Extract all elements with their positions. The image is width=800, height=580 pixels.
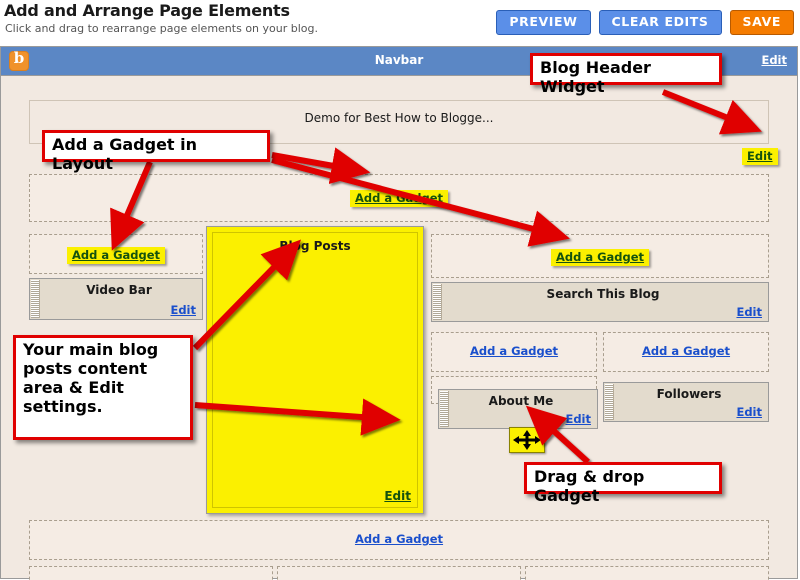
annotation-drag-drop-gadget: Drag & drop Gadget xyxy=(524,462,722,505)
about-me-title: About Me xyxy=(488,394,554,408)
sidebar-top-add-wrap: Add a Gadget xyxy=(432,246,768,266)
followers-edit-link[interactable]: Edit xyxy=(736,405,762,419)
toolbar-buttons: PREVIEW CLEAR EDITS SAVE xyxy=(496,10,794,36)
annotation-add-gadget-layout-text: Add a Gadget in Layout xyxy=(52,135,198,173)
page-title: Add and Arrange Page Elements xyxy=(4,1,290,20)
blog-posts-inner-border xyxy=(212,232,418,508)
footer-col3-placeholder[interactable]: Add a Gadget xyxy=(525,566,769,580)
blog-header-edit-link[interactable]: Edit xyxy=(742,148,778,165)
page-subtitle: Click and drag to rearrange page element… xyxy=(5,22,318,35)
blog-posts-title: Blog Posts xyxy=(279,239,351,253)
annotation-blog-header-widget-text: Blog Header Widget xyxy=(540,58,651,96)
followers-widget[interactable]: Followers Edit xyxy=(603,382,769,422)
search-this-blog-title: Search This Blog xyxy=(546,287,660,301)
add-gadget-sidebar-top[interactable]: Add a Gadget xyxy=(550,249,650,266)
add-gadget-sidebar-mid-left[interactable]: Add a Gadget xyxy=(432,344,596,358)
annotation-main-blog-posts-text: Your main blog posts content area & Edit… xyxy=(23,340,159,416)
cross-column-placeholder[interactable]: Add a Gadget xyxy=(29,174,769,222)
blog-header-title: Demo for Best How to Blogge... xyxy=(304,111,494,125)
annotation-blog-header-widget: Blog Header Widget xyxy=(530,53,722,96)
followers-title: Followers xyxy=(656,387,722,401)
blog-posts-widget[interactable]: Blog Posts Edit xyxy=(206,226,424,514)
page-toolbar: Add and Arrange Page Elements Click and … xyxy=(0,0,800,45)
save-button[interactable]: SAVE xyxy=(729,10,794,36)
annotation-drag-drop-gadget-text: Drag & drop Gadget xyxy=(534,467,645,505)
video-bar-edit-link[interactable]: Edit xyxy=(170,303,196,317)
drag-grip-icon[interactable] xyxy=(440,391,449,427)
blog-posts-edit-link[interactable]: Edit xyxy=(384,489,411,503)
left-column-placeholder[interactable]: Add a Gadget xyxy=(29,234,203,274)
add-gadget-footer-wide[interactable]: Add a Gadget xyxy=(30,532,768,546)
preview-button[interactable]: PREVIEW xyxy=(496,10,591,36)
move-arrows-icon xyxy=(513,430,541,450)
sidebar-mid-left-placeholder[interactable]: Add a Gadget xyxy=(431,332,597,372)
drag-grip-icon[interactable] xyxy=(31,280,40,318)
footer-col2-placeholder[interactable]: Add a Gadget xyxy=(277,566,521,580)
video-bar-title: Video Bar xyxy=(86,283,152,297)
navbar-edit-link[interactable]: Edit xyxy=(761,53,787,67)
drag-handle-icon[interactable] xyxy=(509,427,545,453)
footer-wide-placeholder[interactable]: Add a Gadget xyxy=(29,520,769,560)
about-me-widget[interactable]: About Me Edit xyxy=(438,389,598,429)
left-add-wrap: Add a Gadget xyxy=(30,244,202,264)
drag-grip-icon[interactable] xyxy=(605,384,614,420)
footer-col1-placeholder[interactable]: Add a Gadget xyxy=(29,566,273,580)
annotation-main-blog-posts: Your main blog posts content area & Edit… xyxy=(13,335,193,440)
clear-edits-button[interactable]: CLEAR EDITS xyxy=(598,10,722,36)
about-me-edit-link[interactable]: Edit xyxy=(565,412,591,426)
add-gadget-cross-column[interactable]: Add a Gadget xyxy=(349,190,449,207)
video-bar-widget[interactable]: Video Bar Edit xyxy=(29,278,203,320)
add-gadget-sidebar-mid-right[interactable]: Add a Gadget xyxy=(604,344,768,358)
add-gadget-left-top[interactable]: Add a Gadget xyxy=(66,247,166,264)
drag-grip-icon[interactable] xyxy=(433,284,442,320)
search-this-blog-edit-link[interactable]: Edit xyxy=(736,305,762,319)
cross-column-add-wrap: Add a Gadget xyxy=(30,187,768,207)
annotation-add-gadget-layout: Add a Gadget in Layout xyxy=(42,130,270,173)
search-this-blog-widget[interactable]: Search This Blog Edit xyxy=(431,282,769,322)
sidebar-top-placeholder[interactable]: Add a Gadget xyxy=(431,234,769,278)
sidebar-mid-right-placeholder[interactable]: Add a Gadget xyxy=(603,332,769,372)
screenshot-root: Add and Arrange Page Elements Click and … xyxy=(0,0,800,580)
